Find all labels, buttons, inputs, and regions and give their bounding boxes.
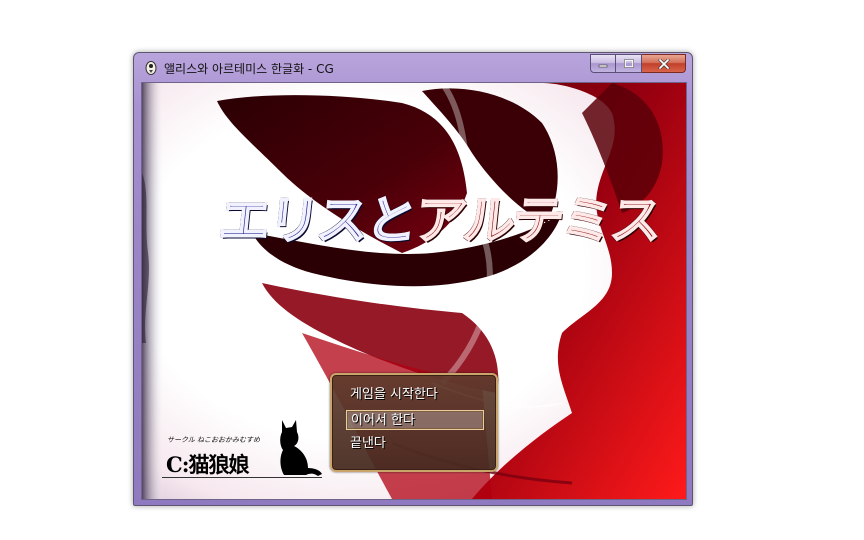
title-menu: 게임을 시작한다 이어서 한다 끝낸다 [330, 373, 498, 472]
game-title-blue: エリスと [215, 191, 419, 252]
app-icon [145, 61, 157, 75]
circle-name: C:猫狼娘 [166, 452, 249, 477]
game-title-logo: エリスとアルテミス [215, 179, 664, 252]
caption-buttons [590, 54, 686, 73]
title-bar[interactable]: 앨리스와 아르테미스 한글화 - CG [134, 53, 692, 81]
game-title-red: アルテミス [411, 191, 664, 252]
minimize-button[interactable] [590, 54, 616, 73]
menu-item-continue[interactable]: 이어서 한다 [346, 410, 484, 430]
game-window: 앨리스와 아르테미스 한글화 - CG エリスとアルテミス 게임을 시작한다 이… [133, 52, 693, 506]
game-viewport[interactable]: エリスとアルテミス 게임을 시작한다 이어서 한다 끝낸다 サークル ねこおおか… [141, 82, 687, 500]
menu-item-quit[interactable]: 끝낸다 [346, 434, 484, 454]
close-icon [658, 58, 669, 69]
window-title: 앨리스와 아르테미스 한글화 - CG [164, 62, 334, 76]
cat-silhouette-icon [280, 420, 322, 476]
menu-item-new-game[interactable]: 게임을 시작한다 [346, 385, 484, 405]
maximize-icon [623, 59, 634, 68]
circle-logo: サークル ねこおおかみむすめ C:猫狼娘 [162, 413, 327, 483]
minimize-icon [598, 64, 608, 67]
maximize-button[interactable] [616, 54, 642, 73]
circle-name-kana: サークル ねこおおかみむすめ [167, 436, 261, 444]
close-button[interactable] [642, 54, 686, 73]
